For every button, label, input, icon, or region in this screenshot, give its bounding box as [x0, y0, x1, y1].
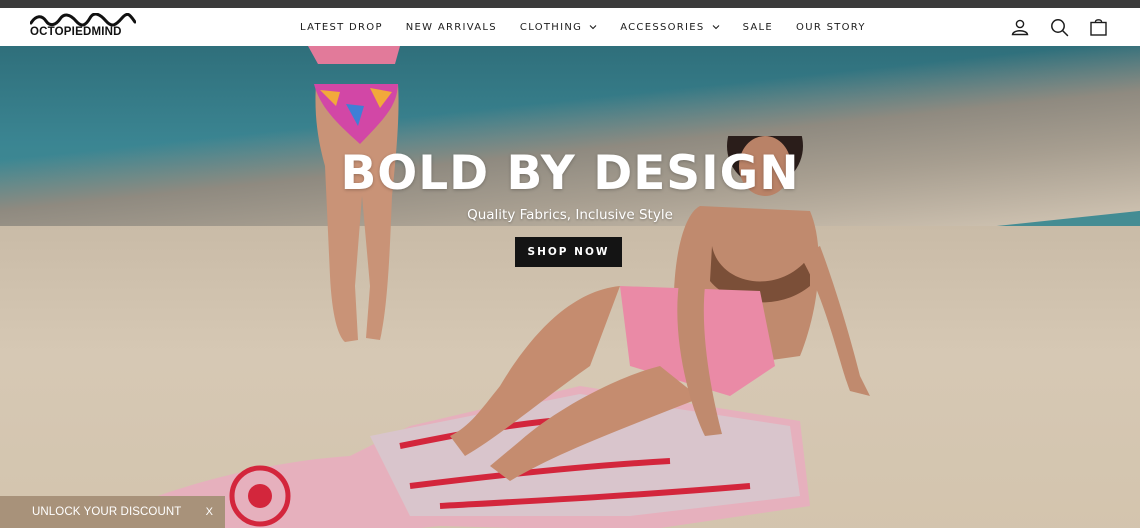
nav-latest-drop[interactable]: LATEST DROP	[300, 22, 383, 33]
brand-logo[interactable]: OCTOPIEDMIND	[30, 13, 136, 41]
nav-sale[interactable]: SALE	[743, 22, 773, 33]
logo-text: OCTOPIEDMIND	[30, 26, 122, 38]
nav-label: CLOTHING	[519, 21, 583, 33]
nav-label: NEW ARRIVALS	[405, 21, 497, 33]
hero-title: BOLD BY DESIGN	[340, 146, 800, 201]
discount-tab[interactable]: UNLOCK YOUR DISCOUNT X	[0, 496, 225, 528]
logo-wave-icon	[30, 13, 136, 27]
hero-banner: BOLD BY DESIGN Quality Fabrics, Inclusiv…	[0, 46, 1140, 528]
cart-button[interactable]	[1086, 15, 1110, 39]
nav-label: LATEST DROP	[300, 21, 383, 33]
shop-now-button[interactable]: SHOP NOW	[515, 237, 622, 267]
nav-clothing[interactable]: CLOTHING	[520, 22, 597, 33]
discount-close-button[interactable]: X	[206, 506, 213, 518]
account-icon	[1011, 19, 1029, 36]
header-icons	[993, 8, 1110, 46]
hero-subtitle: Quality Fabrics, Inclusive Style	[467, 207, 673, 223]
search-button[interactable]	[1047, 15, 1071, 39]
site-header: OCTOPIEDMIND LATEST DROP NEW ARRIVALS CL…	[0, 8, 1140, 46]
discount-label: UNLOCK YOUR DISCOUNT	[32, 506, 182, 518]
main-nav: LATEST DROP NEW ARRIVALS CLOTHING ACCESS…	[300, 8, 889, 46]
search-icon	[1050, 18, 1068, 36]
nav-accessories[interactable]: ACCESSORIES	[620, 22, 719, 33]
account-button[interactable]	[1008, 15, 1032, 39]
nav-label: OUR STORY	[796, 21, 866, 33]
chevron-down-icon	[712, 25, 719, 30]
nav-label: SALE	[742, 21, 774, 33]
nav-label: ACCESSORIES	[620, 21, 705, 33]
nav-our-story[interactable]: OUR STORY	[796, 22, 866, 33]
cart-icon	[1089, 19, 1107, 36]
chevron-down-icon	[589, 25, 597, 30]
nav-new-arrivals[interactable]: NEW ARRIVALS	[406, 22, 497, 33]
top-bar	[0, 0, 1140, 8]
